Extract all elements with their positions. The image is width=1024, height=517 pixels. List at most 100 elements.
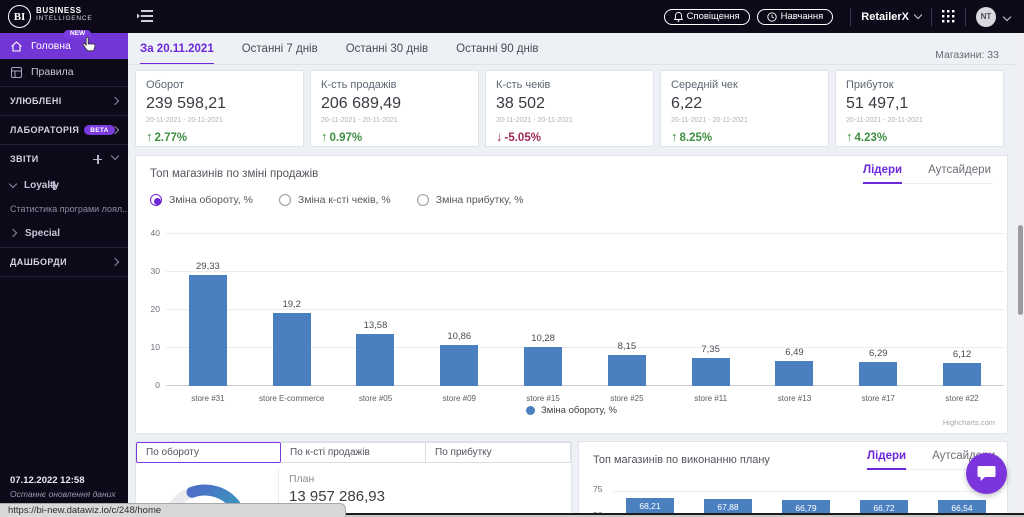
bar[interactable]: 66,72 <box>860 499 908 513</box>
bar-value-label: 29,33 <box>196 260 220 272</box>
bar[interactable]: 66,54 <box>938 500 986 513</box>
kpi-delta-value: 4.23% <box>854 132 888 144</box>
tab-by-sales-qty[interactable]: По к-сті продажів <box>281 442 426 463</box>
metric-radio-group: Зміна обороту, % Зміна к-сті чеків, % Зм… <box>150 194 524 206</box>
bar-column[interactable]: 8,15 store #25 <box>585 232 669 403</box>
app-logo[interactable]: BI BUSINESS INTELLIGENCE NEW <box>8 3 93 39</box>
tab-period-90d[interactable]: Останні 90 днів <box>456 43 538 65</box>
bar-column[interactable]: 10,86 store #09 <box>417 232 501 403</box>
bar[interactable] <box>188 274 227 386</box>
bar-column[interactable]: 6,49 store #13 <box>753 232 837 403</box>
section-label: ЛАБОРАТОРІЯ <box>10 125 80 135</box>
bar-value-label: 7,35 <box>701 344 720 356</box>
logo-monogram: BI <box>8 5 31 28</box>
radio-label: Зміна прибутку, % <box>435 194 524 206</box>
tab-outsiders[interactable]: Аутсайдери <box>928 164 991 183</box>
kpi-title: Прибуток <box>846 79 894 91</box>
bar-column[interactable]: 7,35 store #11 <box>669 232 753 403</box>
sidebar-item-loyalty-stats[interactable]: Статистика програми лоял... <box>0 198 128 220</box>
sidebar-section-laboratory[interactable]: ЛАБОРАТОРІЯ BETA <box>0 117 128 143</box>
sidebar-item-special[interactable]: Special <box>0 220 128 246</box>
bar[interactable] <box>691 358 730 386</box>
bar-column[interactable]: 6,12 store #22 <box>920 232 1004 403</box>
bar[interactable] <box>607 355 646 386</box>
radio-receipts-change[interactable]: Зміна к-сті чеків, % <box>278 194 391 206</box>
tab-period-30d[interactable]: Останні 30 днів <box>346 43 428 65</box>
kpi-card-receipts-qty[interactable]: К-сть чеків 38 502 20-11-2021 - 20-11-20… <box>485 70 654 147</box>
tab-period-7d[interactable]: Останні 7 днів <box>242 43 318 65</box>
panel-title: Топ магазинів по зміні продажів <box>150 168 319 180</box>
bar[interactable] <box>943 362 982 386</box>
kpi-title: К-сть продажів <box>321 79 397 91</box>
account-chevron-down-icon[interactable] <box>1002 12 1012 21</box>
bar-value-label: 66,72 <box>873 502 895 513</box>
sidebar-section-reports[interactable]: ЗВІТИ <box>0 146 128 172</box>
bar-column[interactable]: 19,2 store E-commerce <box>250 232 334 403</box>
bar-column[interactable]: 6,29 store #17 <box>836 232 920 403</box>
bar-value-label: 10,86 <box>447 330 472 342</box>
radio-turnover-change[interactable]: Зміна обороту, % <box>150 194 253 206</box>
kpi-delta: ↑ 8.25% <box>671 129 818 144</box>
training-button[interactable]: Навчання <box>756 8 834 25</box>
kpi-card-sales-qty[interactable]: К-сть продажів 206 689,49 20-11-2021 - 2… <box>310 70 479 147</box>
bar[interactable] <box>775 361 814 386</box>
scrollbar-thumb[interactable] <box>1018 225 1023 315</box>
plan-top-panel: Топ магазинів по виконанню плану Лідери … <box>578 441 1008 514</box>
new-badge: NEW <box>64 29 92 38</box>
notifications-button[interactable]: Сповіщення <box>663 8 750 25</box>
tab-by-turnover[interactable]: По обороту <box>136 442 281 463</box>
bar[interactable] <box>440 344 479 386</box>
bell-icon <box>673 11 683 22</box>
org-switcher[interactable]: RetailerX <box>861 10 923 23</box>
radio-icon <box>278 194 291 206</box>
highcharts-credit[interactable]: Highcharts.com <box>943 418 995 427</box>
bar[interactable]: 67,88 <box>704 498 752 513</box>
kpi-card-profit[interactable]: Прибуток 51 497,1 20-11-2021 - 20-11-202… <box>835 70 1004 147</box>
org-name: RetailerX <box>861 10 909 23</box>
bar-value-label: 8,15 <box>617 341 637 353</box>
y-axis-tick: 10 <box>150 342 160 352</box>
radio-profit-change[interactable]: Зміна прибутку, % <box>416 194 524 206</box>
sidebar-section-favorites[interactable]: УЛЮБЛЕНІ <box>0 88 128 114</box>
vertical-scrollbar[interactable] <box>1017 33 1024 513</box>
chat-widget-button[interactable] <box>966 453 1007 494</box>
tab-leaders[interactable]: Лідери <box>863 164 903 184</box>
add-report-icon[interactable] <box>93 154 102 164</box>
bar-column[interactable]: 29,33 store #31 <box>166 232 250 403</box>
bar[interactable] <box>859 362 898 386</box>
kpi-delta-value: 8.25% <box>679 132 713 144</box>
tab-period-day[interactable]: За 20.11.2021 <box>140 43 214 65</box>
sidebar-section-dashboards[interactable]: ДАШБОРДИ <box>0 249 128 275</box>
kpi-card-avg-receipt[interactable]: Середній чек 6,22 20-11-2021 - 20-11-202… <box>660 70 829 147</box>
apps-grid-icon[interactable] <box>942 10 955 23</box>
avatar[interactable]: NT <box>976 6 996 27</box>
divider <box>0 276 128 277</box>
bar-column[interactable]: 10,28 store #15 <box>501 232 585 403</box>
main-content: За 20.11.2021 Останні 7 днів Останні 30 … <box>128 33 1017 514</box>
bar-x-label: store E-commerce <box>259 394 325 403</box>
status-url: https://bi-new.datawiz.io/c/248/home <box>8 505 162 516</box>
bar[interactable] <box>524 346 563 386</box>
bar[interactable]: 68,21 <box>626 498 674 513</box>
section-label: УЛЮБЛЕНІ <box>10 96 62 106</box>
kpi-card-turnover[interactable]: Оборот 239 598,21 20-11-2021 - 20-11-202… <box>135 70 304 147</box>
bar-x-label: store #11 <box>694 394 728 403</box>
notifications-label: Сповіщення <box>686 11 740 22</box>
kpi-value: 239 598,21 <box>146 95 227 112</box>
topbar: BI BUSINESS INTELLIGENCE NEW Сповіщення <box>0 0 1024 38</box>
sidebar-item-rules[interactable]: Правила <box>0 59 128 85</box>
sidebar: Головна Правила УЛЮБЛЕНІ ЛАБОРАТОРІЯ BET… <box>0 33 128 513</box>
bar-column[interactable]: 13,58 store #05 <box>334 232 418 403</box>
bar[interactable]: 66,79 <box>782 499 830 513</box>
bar-value-label: 6,12 <box>952 348 972 360</box>
section-label: ДАШБОРДИ <box>10 257 67 267</box>
bar[interactable] <box>272 313 311 386</box>
plot-area: 29,33 store #31 19,2 store E-commerce 13,58 s… <box>166 232 1004 403</box>
sidebar-item-label: Special <box>25 227 61 239</box>
chart-legend[interactable]: Зміна обороту, % <box>136 405 1007 416</box>
add-loyalty-icon[interactable] <box>49 180 59 190</box>
sidebar-collapse-icon[interactable] <box>137 9 155 24</box>
sidebar-item-loyalty[interactable]: Loyalty <box>0 172 128 198</box>
bar[interactable] <box>356 334 395 386</box>
tab-by-profit[interactable]: По прибутку <box>426 442 571 463</box>
